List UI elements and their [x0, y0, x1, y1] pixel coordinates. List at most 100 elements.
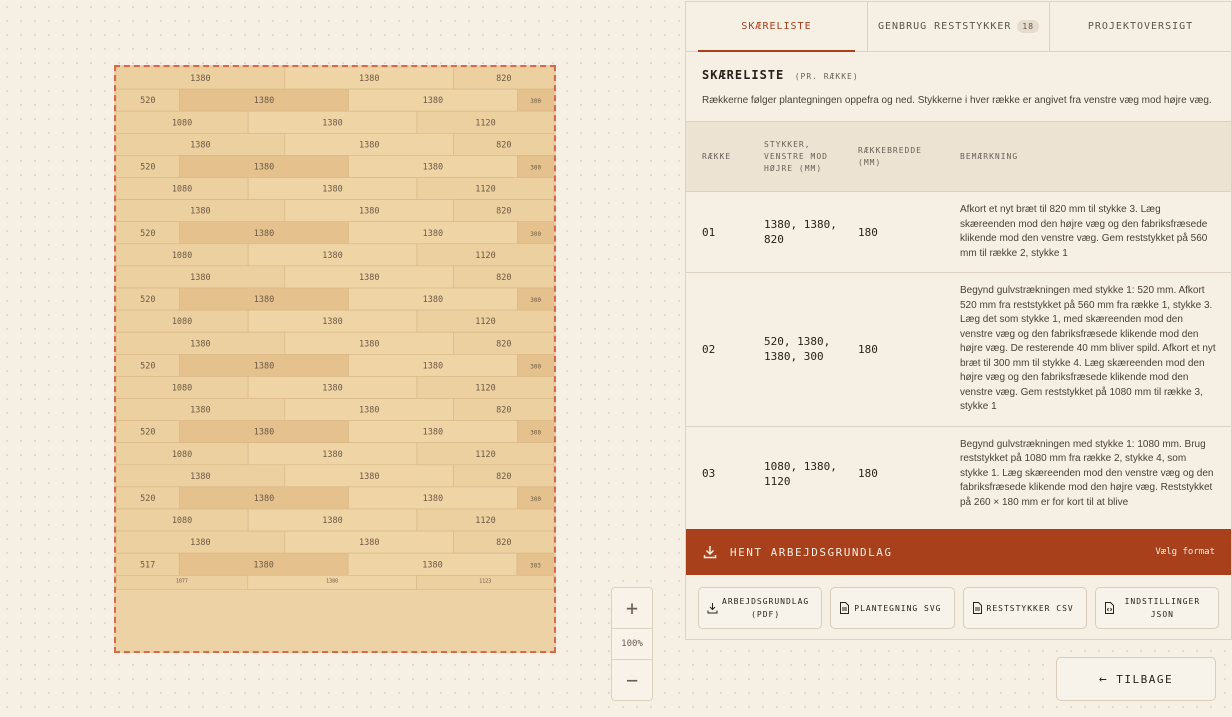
table-row: 03 1080, 1380, 1120 180 Begynd gulvstræk… [686, 425, 1231, 521]
download-title: HENT ARBEJDSGRUNDLAG [730, 545, 893, 559]
plank-length-label: 1120 [475, 251, 495, 261]
tab-project-overview-label: PROJEKTOVERSIGT [1087, 21, 1194, 32]
export-svg-button[interactable]: PLANTEGNING SVG [830, 587, 955, 629]
zoom-level: 100% [612, 628, 652, 660]
plank-length-label: 1380 [322, 516, 342, 526]
plank-length-label: 1120 [475, 516, 495, 526]
plank-length-label: 1380 [322, 185, 342, 195]
export-pdf-button[interactable]: ARBEJDSGRUNDLAG (PDF) [698, 587, 823, 629]
tab-cut-list[interactable]: SKÆRELISTE [686, 2, 868, 52]
row-pieces: 520, 1380, 1380, 300 [748, 272, 842, 426]
plank-length-label: 1380 [423, 162, 443, 172]
row-width: 180 [842, 272, 944, 426]
plank-length-label: 520 [140, 494, 155, 504]
plank-length-label: 1120 [475, 118, 495, 128]
plank-length-label: 300 [530, 98, 541, 105]
plank-length-label: 1380 [254, 229, 274, 239]
zoom-in-button[interactable]: + [612, 588, 652, 628]
export-csv-button[interactable]: RESTSTYKKER CSV [962, 587, 1087, 629]
floor-plan[interactable]: 1380 1380 820 520 1380 1380 300 1080 1380 1120 138… [114, 65, 556, 653]
export-json-label: INDSTILLINGER JSON [1124, 597, 1201, 619]
plank-length-label: 1380 [359, 207, 379, 217]
col-header-pieces: STYKKER, VENSTRE MOD HØJRE (MM) [748, 121, 842, 192]
plank-length-label: 1380 [359, 339, 379, 349]
plank-length-label: 1380 [326, 578, 338, 584]
download-icon [707, 603, 718, 614]
plank-length-label: 1380 [359, 406, 379, 416]
plank-length-label: 300 [530, 231, 541, 238]
plank-length-label: 1380 [254, 96, 274, 106]
plank-length-label: 1380 [359, 273, 379, 283]
plank-length-label: 820 [496, 406, 511, 416]
row-width: 180 [842, 191, 944, 273]
cut-list-title: SKÆRELISTE [702, 68, 785, 82]
zoom-control: + 100% − [611, 587, 653, 701]
select-format-link[interactable]: Vælg format [1155, 547, 1215, 557]
plank-length-label: 300 [530, 496, 541, 503]
arrow-left-icon: ← [1098, 671, 1109, 687]
plank-length-label: 1380 [190, 406, 210, 416]
plank-length-label: 820 [496, 339, 511, 349]
tab-project-overview[interactable]: PROJEKTOVERSIGT [1050, 2, 1231, 51]
plank-length-label: 517 [140, 560, 155, 570]
plank-length-label: 1380 [322, 450, 342, 460]
plank-length-label: 300 [530, 430, 541, 437]
tab-reuse-leftovers[interactable]: GENBRUG RESTSTYKKER 18 [868, 2, 1050, 51]
export-format-buttons: ARBEJDSGRUNDLAG (PDF) PLANTEGNING SVG RE… [686, 575, 1231, 639]
plank-length-label: 820 [496, 472, 511, 482]
plank-length-label: 1080 [172, 450, 192, 460]
plank-length-label: 1080 [172, 383, 192, 393]
plank-length-label: 1380 [254, 428, 274, 438]
file-icon [972, 602, 982, 614]
plank-length-label: 1380 [190, 472, 210, 482]
plank-length-label: 1080 [172, 516, 192, 526]
plank-length-label: 1077 [176, 578, 188, 584]
plank-length-label: 520 [140, 295, 155, 305]
export-csv-label: RESTSTYKKER CSV [986, 603, 1074, 613]
col-header-width: RÆKKEBREDDE (MM) [842, 121, 944, 192]
row-number: 02 [686, 272, 748, 426]
plank-length-label: 1380 [254, 162, 274, 172]
file-code-icon [1104, 602, 1114, 614]
plank-length-label: 1380 [359, 140, 379, 150]
cut-list-description: Rækkerne følger plantegningen oppefra og… [702, 95, 1212, 106]
col-header-row: RÆKKE [686, 121, 748, 192]
back-button[interactable]: ← TILBAGE [1056, 657, 1216, 701]
plank-length-label: 1080 [172, 185, 192, 195]
plank-length-label: 1080 [172, 317, 192, 327]
side-panel: SKÆRELISTE GENBRUG RESTSTYKKER 18 PROJEK… [685, 1, 1232, 640]
row-pieces: 1380, 1380, 820 [748, 191, 842, 273]
plank-length-label: 520 [140, 428, 155, 438]
plank-length-label: 520 [140, 162, 155, 172]
export-json-button[interactable]: INDSTILLINGER JSON [1094, 587, 1219, 629]
plank-length-label: 1380 [423, 361, 443, 371]
plank-length-label: 1380 [422, 560, 442, 570]
export-pdf-label: ARBEJDSGRUNDLAG (PDF) [722, 597, 810, 619]
download-bar[interactable]: HENT ARBEJDSGRUNDLAG Vælg format [686, 529, 1231, 575]
row-number: 03 [686, 425, 748, 521]
table-row: 02 520, 1380, 1380, 300 180 Begynd gulvs… [686, 272, 1231, 426]
table-row: 01 1380, 1380, 820 180 Afkort et nyt bræ… [686, 191, 1231, 273]
zoom-out-button[interactable]: − [612, 660, 652, 700]
plank-length-label: 1380 [423, 295, 443, 305]
plank-length-label: 820 [496, 538, 511, 548]
plank-length-label: 520 [140, 96, 155, 106]
plank-length-label: 1123 [479, 578, 491, 584]
plank-length-label: 520 [140, 361, 155, 371]
plank-length-label: 1380 [322, 317, 342, 327]
tab-bar: SKÆRELISTE GENBRUG RESTSTYKKER 18 PROJEK… [686, 2, 1231, 52]
plank-length-label: 1380 [253, 560, 273, 570]
plank-length-label: 1080 [172, 251, 192, 261]
plank-length-label: 1380 [359, 74, 379, 84]
plank-length-label: 1380 [190, 140, 210, 150]
plank-length-label: 1120 [475, 317, 495, 327]
plank-length-label: 1380 [359, 472, 379, 482]
table-header-row: RÆKKE STYKKER, VENSTRE MOD HØJRE (MM) RÆ… [686, 121, 1231, 192]
plank-length-label: 1120 [475, 450, 495, 460]
file-icon [840, 602, 850, 614]
plank-length-label: 820 [496, 207, 511, 217]
plank-length-label: 1380 [322, 383, 342, 393]
leftover-count-badge: 18 [1017, 20, 1040, 33]
row-number: 01 [686, 191, 748, 273]
plank-length-label: 820 [496, 273, 511, 283]
